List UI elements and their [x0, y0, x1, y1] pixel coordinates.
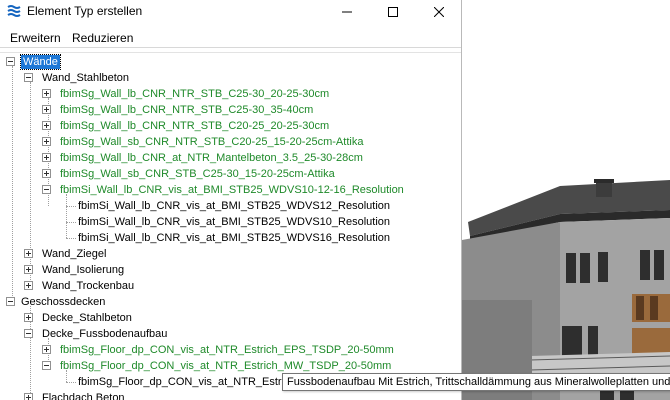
tree-node-wall-variant[interactable]: fbimSi_Wall_lb_CNR_vis_at_BMI_STB25_WDVS… — [76, 230, 456, 246]
tree-node-label: Decke_Fussbodenaufbau — [42, 328, 168, 340]
tree-connector — [66, 194, 67, 238]
tree-node-wall-drywall[interactable]: Wand_Trockenbau — [24, 278, 224, 294]
tree-node-label: Geschossdecken — [21, 296, 106, 308]
expand-toggle[interactable] — [42, 137, 51, 146]
tree-node-label: fbimSg_Wall_lb_CNR_NTR_STB_C25-30_20-25-… — [60, 88, 330, 100]
tree-node-wall-type[interactable]: fbimSg_Wall_lb_CNR_at_NTR_Mantelbeton_3.… — [42, 150, 442, 166]
tree-node-wall-type[interactable]: fbimSg_Wall_lb_CNR_NTR_STB_C20-25_20-25-… — [42, 118, 442, 134]
tree-node-floor-type[interactable]: fbimSg_Floor_dp_CON_vis_at_NTR_Estrich_E… — [42, 342, 452, 358]
expand-toggle[interactable] — [24, 249, 33, 258]
tree-node-flat-roof[interactable]: Flachdach Beton — [24, 390, 224, 400]
tree-node-wall-brick[interactable]: Wand_Ziegel — [24, 246, 224, 262]
maximize-icon — [388, 7, 398, 17]
tree-node-label: Wände — [20, 54, 61, 70]
collapse-toggle[interactable] — [42, 185, 51, 194]
tree-node-label: Wand_Ziegel — [42, 248, 107, 260]
tree-node-label: fbimSi_Wall_lb_CNR_vis_at_BMI_STB25_WDVS… — [78, 232, 391, 244]
expand-toggle[interactable] — [42, 89, 51, 98]
collapse-toggle[interactable] — [42, 361, 51, 370]
tree-node-label: fbimSg_Wall_sb_CNR_NTR_STB_C20-25_15-20-… — [60, 136, 364, 148]
element-type-dialog: Element Typ erstellen Erweitern Reduzier… — [0, 0, 462, 400]
minimize-button[interactable] — [324, 0, 370, 24]
tree-node-label: fbimSi_Wall_lb_CNR_vis_at_BMI_STB25_WDVS… — [78, 200, 391, 212]
tree-connector — [12, 66, 13, 302]
expand-toggle[interactable] — [42, 121, 51, 130]
expand-toggle[interactable] — [24, 281, 33, 290]
tree-node-floors[interactable]: Geschossdecken — [6, 294, 206, 310]
expand-toggle[interactable] — [24, 265, 33, 274]
expand-toggle[interactable] — [42, 153, 51, 162]
tree-connector — [66, 382, 76, 383]
title-bar[interactable]: Element Typ erstellen — [0, 0, 461, 24]
collapse-toggle[interactable] — [6, 57, 15, 66]
expand-toggle[interactable] — [42, 105, 51, 114]
tree-connector — [66, 222, 76, 223]
tree-node-label: fbimSg_Wall_lb_CNR_at_NTR_Mantelbeton_3.… — [60, 152, 363, 164]
expand-toggle[interactable] — [42, 345, 51, 354]
tree-node-label: fbimSg_Floor_dp_CON_vis_at_NTR_Estrich_E… — [60, 344, 394, 356]
minimize-icon — [342, 11, 352, 13]
tree-node-walls[interactable]: Wände — [6, 54, 126, 70]
tree-node-floor-type[interactable]: fbimSg_Floor_dp_CON_vis_at_NTR_Estrich_M… — [42, 358, 452, 374]
tree-node-label: fbimSg_Wall_lb_CNR_NTR_STB_C20-25_20-25-… — [60, 120, 330, 132]
tree-node-wall-insulation[interactable]: Wand_Isolierung — [24, 262, 224, 278]
tree-node-wall-variant[interactable]: fbimSi_Wall_lb_CNR_vis_at_BMI_STB25_WDVS… — [76, 198, 456, 214]
tree-node-wall-type[interactable]: fbimSi_Wall_lb_CNR_vis_at_BMI_STB25_WDVS… — [42, 182, 452, 198]
expand-toggle[interactable] — [24, 313, 33, 322]
window-title: Element Typ erstellen — [27, 4, 143, 18]
collapse-toggle[interactable] — [24, 329, 33, 338]
tree-node-label: fbimSg_Wall_sb_CNR_STB_C25-30_15-20-25cm… — [60, 168, 335, 180]
tree-node-wall-concrete[interactable]: Wand_Stahlbeton — [24, 70, 224, 86]
close-button[interactable] — [416, 0, 461, 24]
tree-node-wall-type[interactable]: fbimSg_Wall_lb_CNR_NTR_STB_C25-30_20-25-… — [42, 86, 442, 102]
tree-node-floor-concrete[interactable]: Decke_Stahlbeton — [24, 310, 224, 326]
tree-node-label: Wand_Isolierung — [42, 264, 125, 276]
tree-node-label: Flachdach Beton — [42, 392, 125, 400]
menu-bar: Erweitern Reduzieren — [0, 24, 461, 48]
close-icon — [434, 7, 444, 17]
tree-node-wall-type[interactable]: fbimSg_Wall_sb_CNR_STB_C25-30_15-20-25cm… — [42, 166, 442, 182]
expand-toggle[interactable] — [42, 169, 51, 178]
tree-node-label: Wand_Stahlbeton — [42, 72, 130, 84]
collapse-all-menu[interactable]: Reduzieren — [72, 31, 133, 45]
tree-node-wall-variant[interactable]: fbimSi_Wall_lb_CNR_vis_at_BMI_STB25_WDVS… — [76, 214, 456, 230]
tree-node-label: Decke_Stahlbeton — [42, 312, 132, 324]
tree-node-wall-type[interactable]: fbimSg_Wall_sb_CNR_NTR_STB_C20-25_15-20-… — [42, 134, 442, 150]
tree-connector — [66, 238, 76, 239]
tree-node-label: fbimSg_Floor_dp_CON_vis_at_NTR_Estrich_M… — [60, 360, 392, 372]
tree-node-label: Wand_Trockenbau — [42, 280, 135, 292]
expand-toggle[interactable] — [24, 393, 33, 400]
app-icon — [6, 3, 22, 19]
tree-node-floor-buildup[interactable]: Decke_Fussbodenaufbau — [24, 326, 244, 342]
tree-node-wall-type[interactable]: fbimSg_Wall_lb_CNR_NTR_STB_C25-30_35-40c… — [42, 102, 442, 118]
collapse-toggle[interactable] — [6, 297, 15, 306]
expand-all-menu[interactable]: Erweitern — [10, 31, 61, 45]
collapse-toggle[interactable] — [24, 73, 33, 82]
tree-node-label: fbimSg_Wall_lb_CNR_NTR_STB_C25-30_35-40c… — [60, 104, 314, 116]
tree-node-label: fbimSi_Wall_lb_CNR_vis_at_BMI_STB25_WDVS… — [78, 216, 391, 228]
element-type-tree[interactable]: Wände Wand_Stahlbeton fbimSg_Wall_lb_CNR… — [0, 52, 461, 400]
tooltip: Fussbodenaufbau Mit Estrich, Trittschall… — [282, 373, 670, 391]
tree-node-label: fbimSg_Floor_dp_CON_vis_at_NTR_Estrich — [78, 376, 296, 388]
maximize-button[interactable] — [370, 0, 416, 24]
tree-node-label: fbimSi_Wall_lb_CNR_vis_at_BMI_STB25_WDVS… — [60, 184, 404, 196]
tree-connector — [66, 206, 76, 207]
